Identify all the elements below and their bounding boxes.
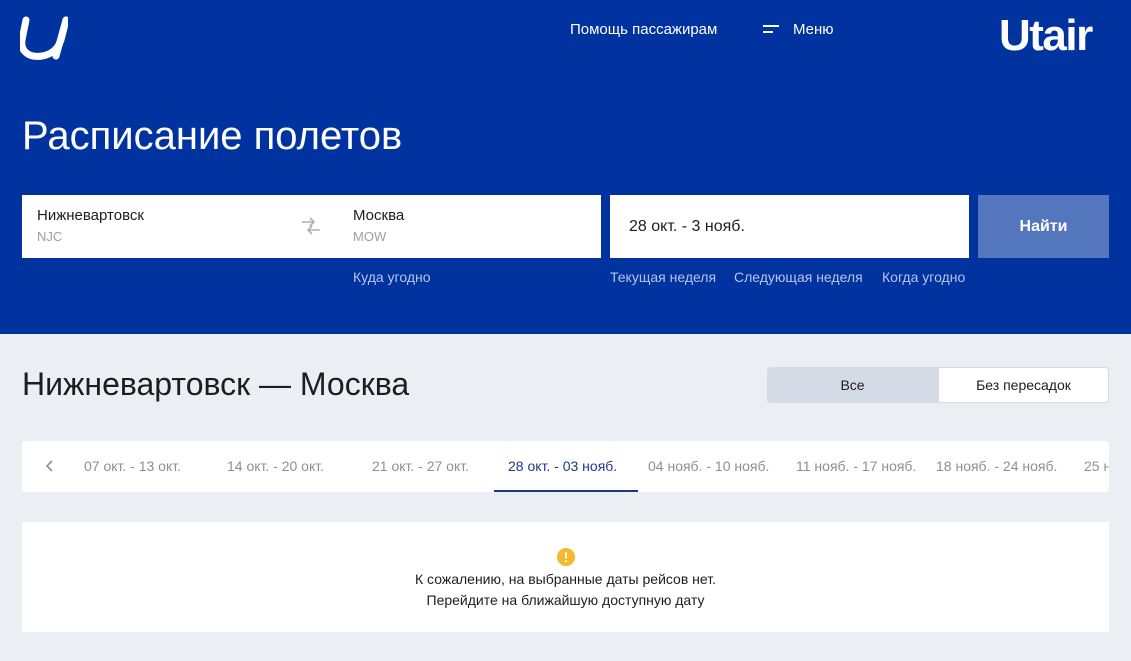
chevron-left-icon[interactable]: [42, 457, 56, 475]
no-flights-message: К сожалению, на выбранные даты рейсов не…: [22, 522, 1109, 632]
page-title: Расписание полетов: [22, 114, 403, 158]
destination-code: MOW: [353, 229, 387, 244]
no-flights-text: К сожалению, на выбранные даты рейсов не…: [415, 571, 716, 587]
route-heading: Нижневартовск — Москва: [22, 366, 410, 402]
active-week-indicator: [494, 490, 638, 492]
menu-button[interactable]: Меню: [763, 21, 834, 38]
brand-logo[interactable]: Utair: [999, 11, 1093, 61]
destination-field[interactable]: Москва MOW: [353, 207, 404, 244]
filter-direct-option[interactable]: Без пересадок: [938, 367, 1109, 403]
week-tab[interactable]: 14 окт. - 20 окт.: [227, 458, 324, 474]
hamburger-icon: [763, 24, 781, 36]
next-week-link[interactable]: Следующая неделя: [734, 269, 863, 285]
week-tab[interactable]: 07 окт. - 13 окт.: [84, 458, 181, 474]
header-hero: Помощь пассажирам Меню Utair Расписание …: [0, 0, 1131, 334]
nearest-date-hint: Перейдите на ближайшую доступную дату: [426, 592, 705, 608]
anywhere-link[interactable]: Куда угодно: [353, 269, 431, 285]
help-passengers-link[interactable]: Помощь пассажирам: [570, 21, 717, 38]
any-time-link[interactable]: Когда угодно: [882, 269, 965, 285]
week-tab[interactable]: 04 нояб. - 10 нояб.: [648, 458, 769, 474]
find-button[interactable]: Найти: [978, 195, 1109, 258]
week-tab[interactable]: 18 нояб. - 24 нояб.: [936, 458, 1057, 474]
menu-label: Меню: [793, 21, 834, 38]
route-selector: Нижневартовск NJC Москва MOW: [22, 195, 601, 258]
week-tab-active[interactable]: 28 окт. - 03 нояб.: [508, 458, 617, 474]
warning-icon: [557, 548, 575, 566]
origin-field[interactable]: Нижневартовск NJC: [37, 207, 144, 244]
week-tab[interactable]: 21 окт. - 27 окт.: [372, 458, 469, 474]
date-range-field[interactable]: 28 окт. - 3 нояб.: [610, 195, 969, 258]
filter-all-option[interactable]: Все: [767, 367, 938, 403]
date-range-value: 28 окт. - 3 нояб.: [629, 218, 745, 235]
swap-arrows-icon[interactable]: [300, 217, 322, 235]
week-selector: 07 окт. - 13 окт. 14 окт. - 20 окт. 21 о…: [22, 441, 1109, 492]
transfer-filter-toggle: Все Без пересадок: [767, 367, 1109, 403]
origin-city: Нижневартовск: [37, 207, 144, 224]
destination-city: Москва: [353, 207, 405, 224]
week-tab[interactable]: 11 нояб. - 17 нояб.: [796, 458, 916, 474]
origin-code: NJC: [37, 229, 63, 244]
utair-logo-icon[interactable]: [20, 16, 68, 60]
week-tab[interactable]: 25 н: [1084, 458, 1109, 474]
current-week-link[interactable]: Текущая неделя: [610, 269, 716, 285]
